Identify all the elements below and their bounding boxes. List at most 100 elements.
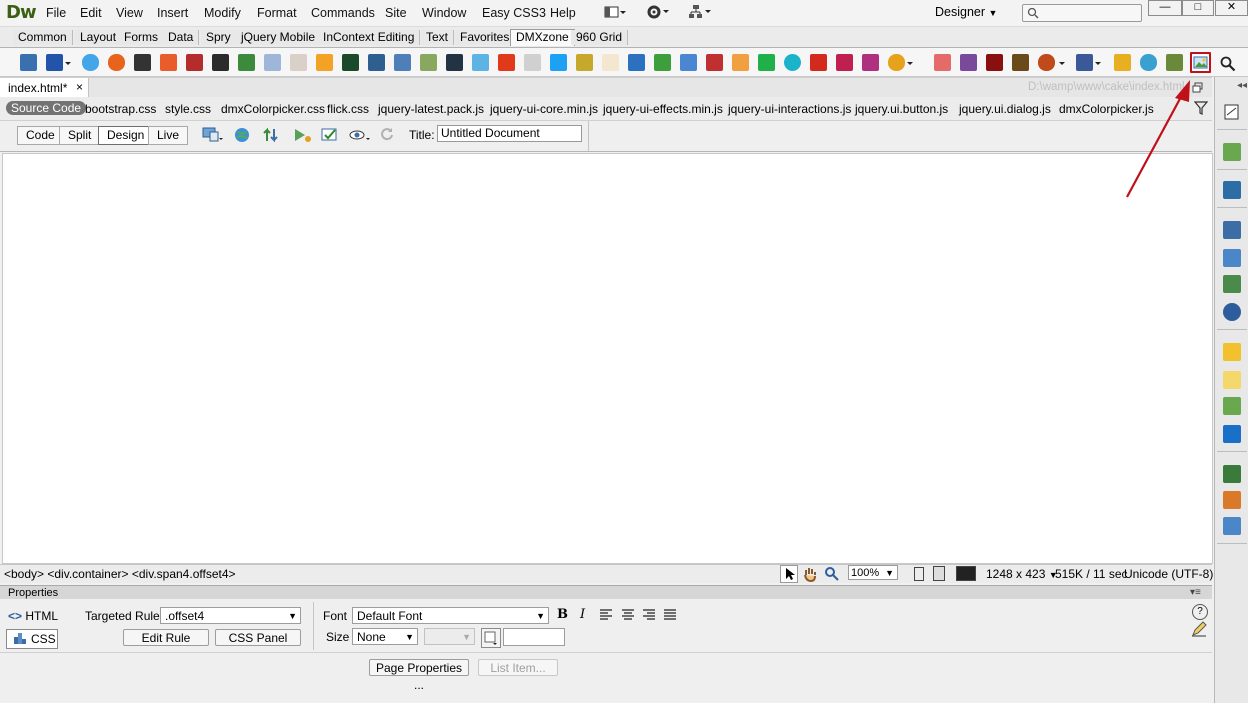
tab-text[interactable]: Text [421,30,455,45]
menu-window[interactable]: Window [422,6,466,20]
pause-icon[interactable] [784,54,801,71]
cubes-icon[interactable] [836,54,853,71]
snippet-icon[interactable] [1223,143,1241,161]
desktop-size-icon[interactable] [956,566,976,581]
related-file[interactable]: jquery-ui-core.min.js [490,102,598,116]
results-icon[interactable] [1223,517,1241,535]
site-map-icon[interactable] [688,4,712,20]
files-icon[interactable] [1223,343,1241,361]
related-file[interactable]: dmxColorpicker.js [1059,102,1154,116]
layout-icon[interactable] [604,5,626,20]
menu-edit[interactable]: Edit [80,6,102,20]
checklist-icon[interactable] [1166,54,1183,71]
stack-icon[interactable] [238,54,255,71]
pointer-tool-icon[interactable] [780,565,798,583]
close-icon[interactable]: × [76,80,83,94]
terminal-icon[interactable] [446,54,463,71]
css-styles-icon[interactable] [1223,221,1241,239]
justify-icon[interactable] [664,609,676,623]
related-file[interactable]: jquery-ui-effects.min.js [603,102,723,116]
widget-icon[interactable] [1038,54,1055,71]
quick-tag-editor-icon[interactable] [1191,621,1207,637]
twitter-icon[interactable] [550,54,567,71]
site-map-icon[interactable] [1223,465,1241,483]
molecule-icon[interactable] [862,54,879,71]
size-select[interactable]: None ▼ [352,628,418,645]
image-icon-highlighted[interactable] [1190,52,1211,73]
color-bar-icon[interactable] [498,54,515,71]
tab-dmxzone[interactable]: DMXzone [510,29,575,46]
behaviors-icon[interactable] [1223,371,1241,389]
align-right-icon[interactable] [643,609,655,623]
tab-data[interactable]: Data [163,30,200,45]
related-file[interactable]: dmxColorpicker.css [221,102,325,116]
tab-incontext-editing[interactable]: InContext Editing [318,30,421,45]
help-icon[interactable]: ? [1192,604,1208,620]
menu-commands[interactable]: Commands [311,6,375,20]
italic-button[interactable]: I [580,607,585,622]
menu-format[interactable]: Format [257,6,297,20]
badge-icon[interactable] [934,54,951,71]
refresh-icon[interactable] [380,127,394,141]
related-file[interactable]: jquery.ui.dialog.js [959,102,1051,116]
code-view-button[interactable]: Code [17,126,64,145]
green-square-icon[interactable] [758,54,775,71]
list-item-button[interactable]: List Item... [478,659,558,676]
mobile-size-icon[interactable] [914,567,924,581]
orange-box-icon[interactable] [316,54,333,71]
gears-icon[interactable] [420,54,437,71]
expand-panels-icon[interactable]: ◂◂ [1237,80,1247,91]
size-unit-select[interactable]: ▼ [424,628,475,645]
search-icon[interactable] [1220,56,1236,72]
rss-icon[interactable] [680,54,697,71]
align-left-icon[interactable] [600,609,612,623]
restore-icon[interactable] [1192,82,1203,93]
font-select[interactable]: Default Font ▼ [352,607,549,624]
map-icon[interactable] [810,54,827,71]
slideshow-icon[interactable] [46,54,63,71]
video-icon[interactable] [186,54,203,71]
related-file[interactable]: style.css [165,102,211,116]
circle-icon[interactable] [290,54,307,71]
filter-icon[interactable] [1193,101,1209,115]
page-properties-button[interactable]: Page Properties ... [369,659,469,692]
flash-icon[interactable] [160,54,177,71]
bar-chart-icon[interactable] [654,54,671,71]
list-icon[interactable] [524,54,541,71]
live-view-button[interactable]: Live [148,126,189,145]
minimize-button[interactable]: — [1148,0,1182,16]
source-code-button[interactable]: Source Code [6,101,87,115]
visual-aids-icon[interactable] [348,126,372,144]
fullscreen-icon[interactable] [368,54,385,71]
chevron-down-icon[interactable] [1058,54,1066,71]
edit-rule-button[interactable]: Edit Rule [123,629,209,646]
tab-jquery-mobile[interactable]: jQuery Mobile [236,30,322,45]
color-input[interactable] [503,628,565,646]
menu-modify[interactable]: Modify [204,6,241,20]
book-icon[interactable] [1012,54,1029,71]
edit-form-icon[interactable] [602,54,619,71]
document-icon[interactable] [264,54,281,71]
film-strip-icon[interactable] [986,54,1003,71]
document-title-input[interactable] [437,125,582,142]
css-mode-button[interactable]: CSS [6,629,58,649]
menu-help[interactable]: Help [550,6,576,20]
bubble-icon[interactable] [82,54,99,71]
image-gallery-icon[interactable] [20,54,37,71]
tag-selector[interactable]: <body> <div.container> <div.span4.offset… [4,567,236,581]
pie-chart-icon[interactable] [888,54,905,71]
menu-file[interactable]: File [46,6,66,20]
bookmark-icon[interactable] [576,54,593,71]
panel-menu-icon[interactable]: ▾≡ [1190,586,1201,600]
calendar-icon[interactable] [706,54,723,71]
menu-insert[interactable]: Insert [157,6,188,20]
properties-header[interactable]: Properties ▾≡ [0,585,1212,599]
assets-icon[interactable] [1223,397,1241,415]
network-icon[interactable] [960,54,977,71]
tab-common[interactable]: Common [13,30,73,45]
document-tab[interactable]: index.html* × [0,78,89,97]
split-view-button[interactable]: Split [59,126,101,145]
multiscreen-icon[interactable] [201,126,225,144]
file-transfer-icon[interactable] [262,126,284,144]
facebook-icon[interactable] [1076,54,1093,71]
